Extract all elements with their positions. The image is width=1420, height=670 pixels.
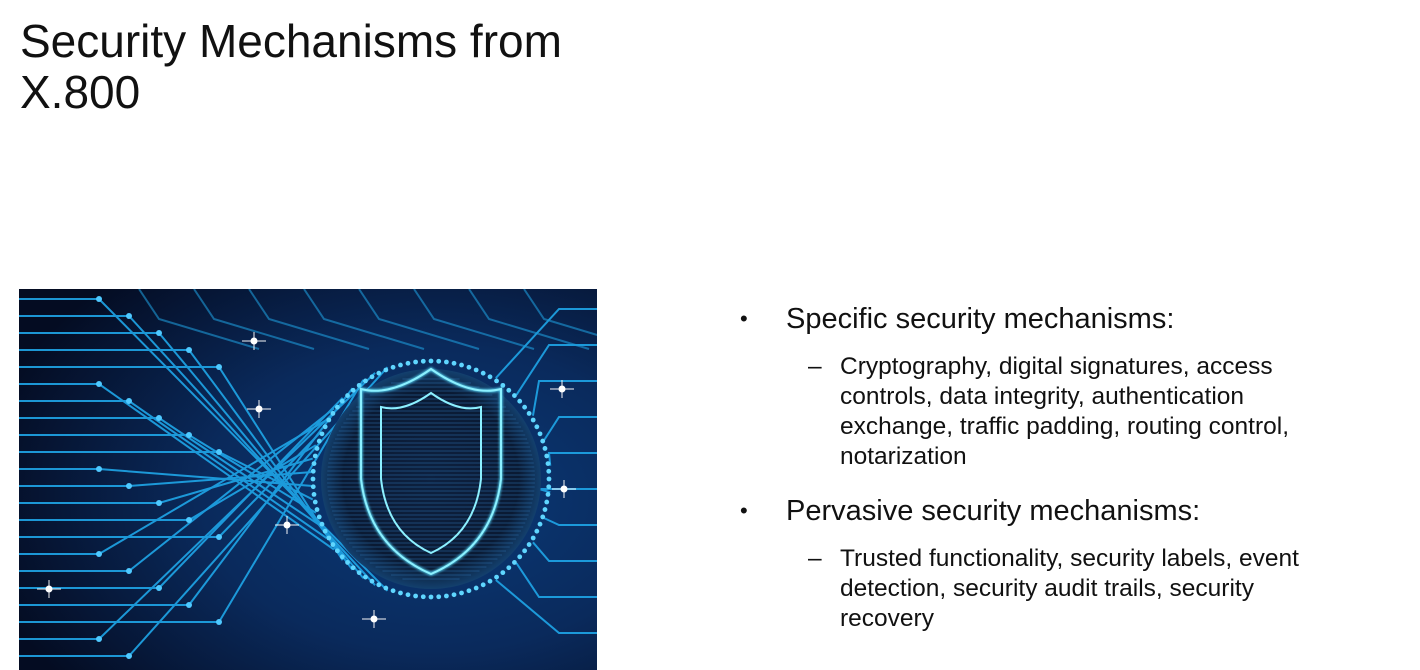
bullet-dot: • <box>740 306 748 331</box>
bullet-label-pervasive: Pervasive security mechanisms: <box>786 495 1201 527</box>
bullet-dot: • <box>740 498 748 523</box>
security-circuit-image <box>19 289 597 670</box>
slide-title-line-2: X.800 <box>20 66 141 118</box>
sub-bullet-text-pervasive: Trusted functionality, security labels, … <box>840 545 1299 632</box>
slide: Security Mechanisms from X.800 • Specifi… <box>0 0 1420 670</box>
sub-bullet-dash: – <box>808 353 822 380</box>
sub-bullet-specific: – Cryptography, digital signatures, acce… <box>740 352 1350 472</box>
bullet-list: • Specific security mechanisms: – Crypto… <box>740 300 1400 634</box>
shield-circuit-icon <box>19 289 597 670</box>
bullet-label-specific: Specific security mechanisms: <box>786 303 1175 335</box>
sub-bullet-text-specific: Cryptography, digital signatures, access… <box>840 353 1290 470</box>
bullet-item-specific: • Specific security mechanisms: <box>740 300 1400 338</box>
slide-title-line-1: Security Mechanisms from <box>20 15 562 67</box>
bullet-item-pervasive: • Pervasive security mechanisms: <box>740 492 1400 530</box>
sub-bullet-dash: – <box>808 545 822 572</box>
sub-bullet-pervasive: – Trusted functionality, security labels… <box>740 544 1350 634</box>
slide-title: Security Mechanisms from X.800 <box>20 16 720 118</box>
